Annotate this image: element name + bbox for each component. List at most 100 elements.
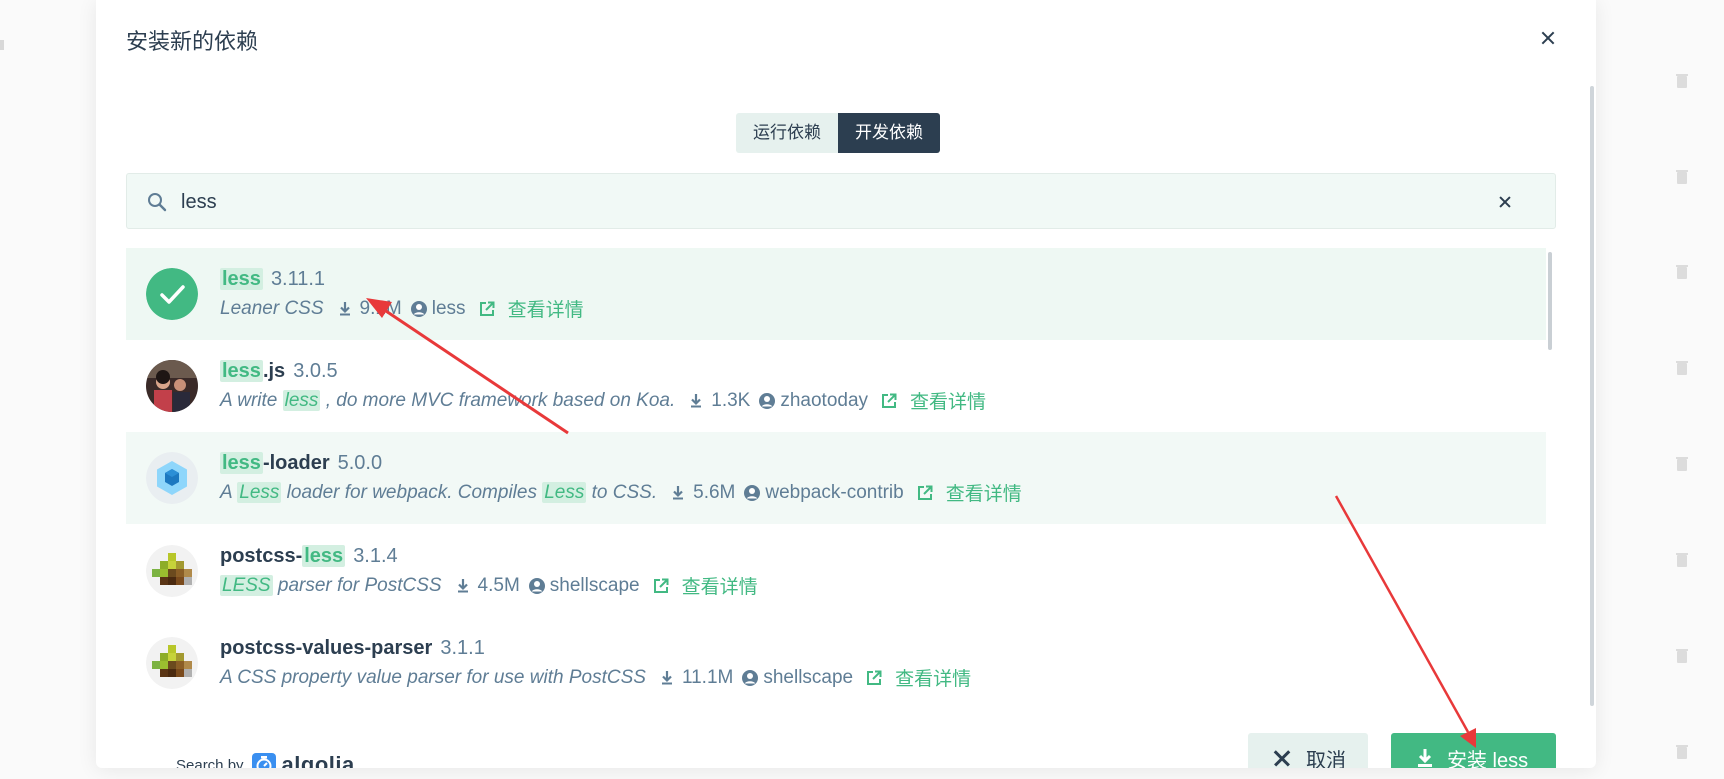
download-icon [1418, 749, 1432, 767]
download-count: 5.6M [693, 481, 736, 503]
download-icon [661, 670, 672, 684]
package-search-box [126, 173, 1556, 229]
download-count: 4.5M [477, 574, 520, 596]
background-text-fragment [0, 40, 4, 50]
package-description: A CSS property value parser for use with… [220, 666, 646, 688]
package-version: 3.11.1 [270, 268, 326, 290]
dialog-title: 安装新的依赖 [126, 29, 259, 54]
package-item[interactable]: postcss-values-parser 3.1.1 A CSS propert… [126, 617, 1546, 709]
package-description: LESS parser for PostCSS [220, 574, 442, 597]
package-author: shellscape [549, 574, 640, 596]
view-details-link[interactable]: 查看详情 [508, 295, 584, 322]
description-text: , do more MVC framework based on Koa. [320, 389, 676, 411]
search-input[interactable] [181, 184, 1481, 220]
description-text: A write [220, 389, 283, 411]
description-text: to CSS. [586, 481, 658, 503]
tab-dev-dependencies[interactable]: 开发依赖 [838, 113, 940, 153]
package-description: A Less loader for webpack. Compiles Less… [220, 481, 658, 504]
package-author: webpack-contrib [765, 481, 904, 503]
package-name: less 3.11.1 [220, 268, 325, 291]
package-name: postcss-values-parser 3.1.1 [220, 637, 485, 660]
author-avatar [146, 360, 198, 412]
package-author: zhaotoday [780, 389, 869, 411]
install-dependency-dialog: 安装新的依赖 运行依赖 开发依赖 less 3.11.1 Leaner CSS [96, 0, 1596, 768]
trash-icon [1676, 745, 1688, 759]
package-name-rest: postcss- [220, 545, 303, 567]
package-meta: A write less , do more MVC framework bas… [220, 387, 986, 414]
view-details-link[interactable]: 查看详情 [910, 387, 986, 414]
algolia-wordmark: algolia [281, 752, 355, 768]
user-icon [410, 300, 427, 317]
clear-search-icon[interactable] [1495, 192, 1515, 212]
package-version: 3.1.1 [440, 637, 485, 659]
cancel-button-label: 取消 [1306, 749, 1346, 769]
package-meta: Leaner CSS 9.1M less 查看详情 [220, 295, 584, 322]
package-results-list: less 3.11.1 Leaner CSS 9.1M less 查看详情 le… [126, 248, 1546, 708]
dialog-scrollbar[interactable] [1590, 86, 1594, 706]
trash-icon [1676, 553, 1688, 567]
package-name-rest: .js [262, 360, 286, 382]
package-name-rest: postcss-values-parser [220, 637, 433, 659]
package-name-highlight: less [220, 360, 263, 382]
package-name-highlight: less [302, 545, 346, 567]
algolia-logo: algolia [251, 752, 355, 768]
download-count: 9.1M [359, 297, 402, 319]
download-icon [673, 485, 684, 499]
package-name: less .js 3.0.5 [220, 360, 338, 383]
download-icon [339, 301, 350, 315]
description-highlight: LESS [220, 574, 273, 596]
user-icon [528, 577, 545, 594]
trash-icon [1676, 361, 1688, 375]
dependency-type-tabs: 运行依赖 开发依赖 [736, 113, 940, 153]
shellscape-avatar [146, 545, 198, 597]
external-link-icon [653, 578, 669, 593]
view-details-link[interactable]: 查看详情 [946, 479, 1022, 506]
search-by-algolia[interactable]: Search by algolia [176, 752, 355, 768]
package-item[interactable]: postcss-less 3.1.4 LESS parser for PostCS… [126, 525, 1546, 617]
download-count: 1.3K [711, 389, 751, 411]
description-highlight: Less [237, 481, 282, 503]
package-item[interactable]: less .js 3.0.5 A write less , do more MVC … [126, 340, 1546, 432]
package-name: less -loader 5.0.0 [220, 452, 382, 475]
package-name-highlight: less [220, 268, 263, 290]
package-version: 3.1.4 [353, 545, 398, 567]
dialog-footer: Search by algolia 取消 安装 less [96, 720, 1596, 768]
package-name-highlight: less [220, 452, 263, 474]
shellscape-avatar [146, 637, 198, 689]
package-description: Leaner CSS [220, 297, 324, 319]
tab-runtime-dependencies[interactable]: 运行依赖 [736, 113, 838, 153]
algolia-stopwatch-icon [251, 753, 276, 768]
user-icon [759, 392, 776, 409]
package-meta: A Less loader for webpack. Compiles Less… [220, 479, 1022, 506]
cancel-button[interactable]: 取消 [1248, 733, 1368, 768]
view-details-link[interactable]: 查看详情 [682, 572, 758, 599]
download-icon [457, 578, 468, 592]
webpack-logo-icon [146, 452, 198, 504]
close-icon[interactable] [1536, 26, 1560, 50]
search-by-label: Search by [176, 756, 244, 769]
search-icon [148, 193, 167, 212]
install-button[interactable]: 安装 less [1391, 733, 1556, 768]
description-highlight: less [282, 389, 321, 411]
user-icon [742, 669, 759, 686]
package-version: 3.0.5 [293, 360, 338, 382]
description-highlight: Less [542, 481, 587, 503]
package-author: shellscape [763, 666, 854, 688]
download-icon [691, 393, 702, 407]
results-scrollbar[interactable] [1548, 252, 1552, 350]
external-link-icon [882, 393, 897, 408]
trash-icon [1676, 649, 1688, 663]
view-details-link[interactable]: 查看详情 [895, 664, 971, 691]
download-count: 11.1M [681, 666, 734, 688]
description-text: A [220, 481, 238, 503]
external-link-icon [479, 301, 495, 316]
package-author: less [431, 297, 466, 319]
package-name: postcss-less 3.1.4 [220, 545, 398, 568]
package-version: 5.0.0 [337, 452, 383, 474]
user-icon [744, 484, 761, 501]
package-item[interactable]: less -loader 5.0.0 A Less loader for webpa… [126, 432, 1546, 524]
description-text: loader for webpack. Compiles [281, 481, 543, 503]
package-description: A write less , do more MVC framework bas… [220, 389, 676, 412]
install-button-label: 安装 less [1447, 749, 1529, 769]
package-item[interactable]: less 3.11.1 Leaner CSS 9.1M less 查看详情 [126, 248, 1546, 340]
